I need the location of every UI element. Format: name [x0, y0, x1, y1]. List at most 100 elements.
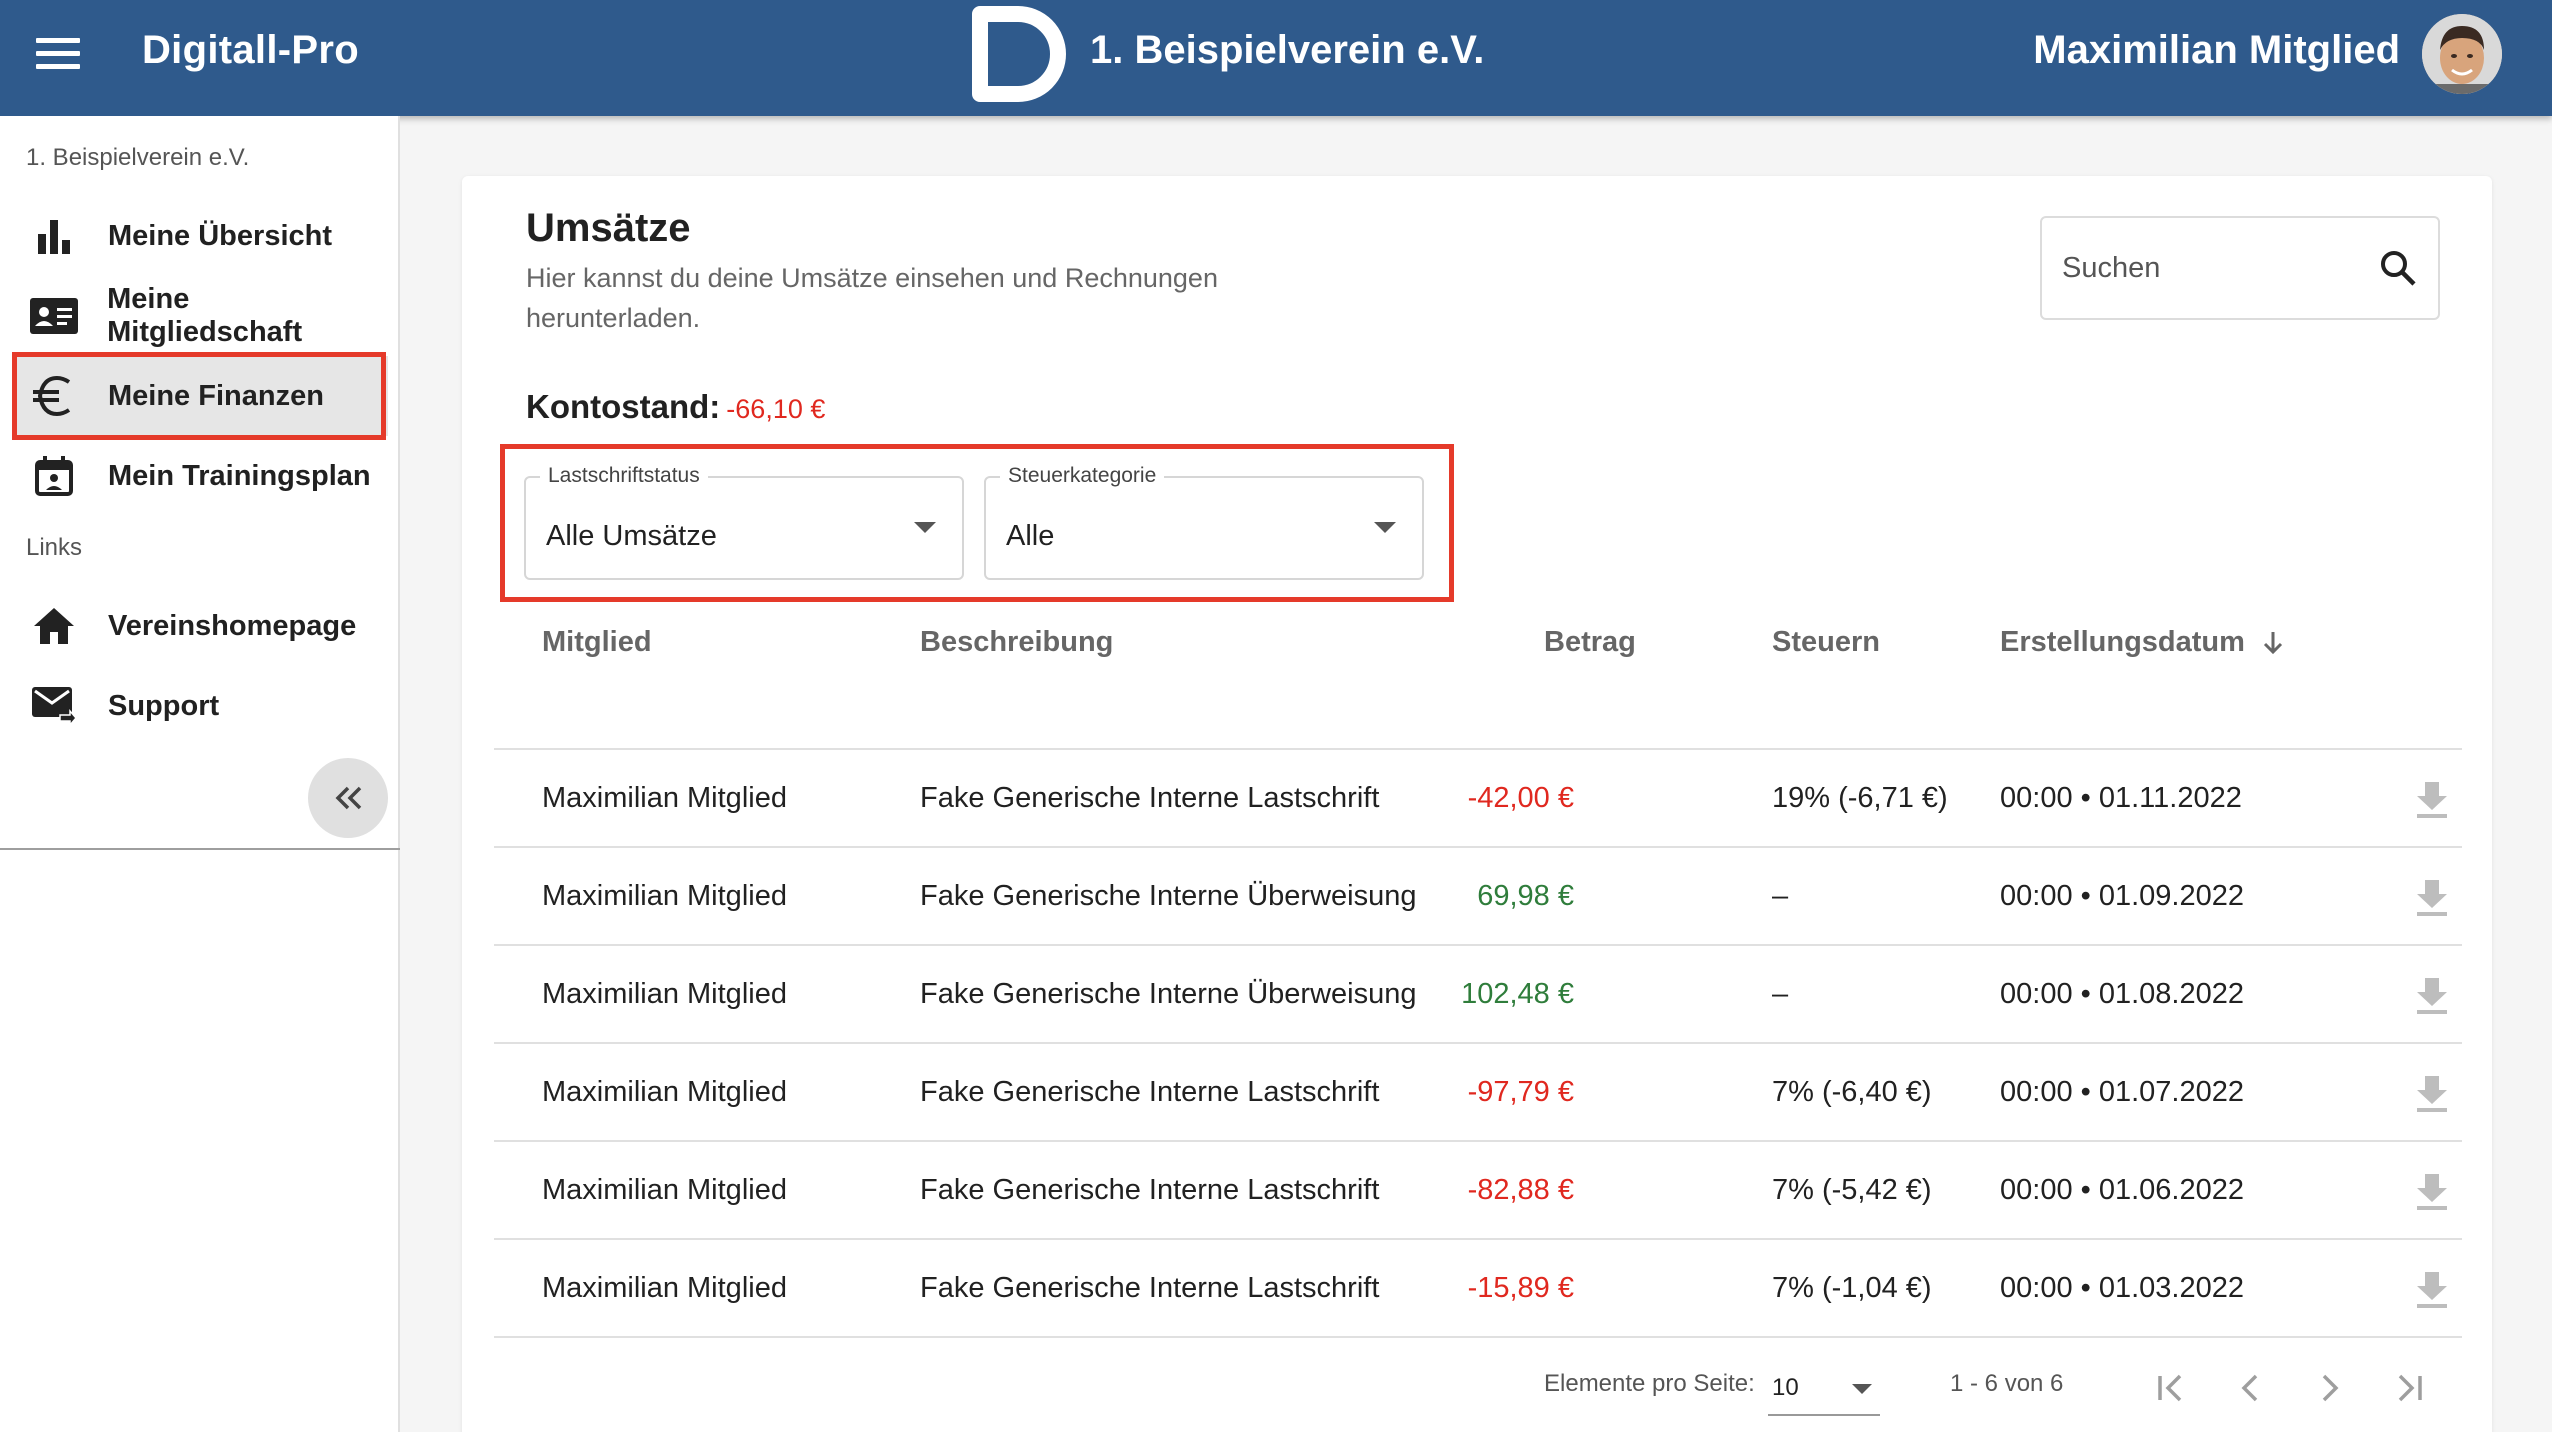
last-page-button[interactable]	[2382, 1360, 2438, 1416]
first-page-button[interactable]	[2142, 1360, 2198, 1416]
next-page-button[interactable]	[2302, 1360, 2358, 1416]
dropdown-arrow-icon	[1374, 522, 1396, 533]
cell-description: Fake Generische Interne Überweisung	[920, 978, 1417, 1010]
column-header-date-label: Erstellungsdatum	[2000, 626, 2245, 658]
first-page-icon	[2158, 1374, 2182, 1402]
search-field[interactable]	[2040, 216, 2440, 320]
org-title: 1. Beispielverein e.V.	[1090, 28, 1485, 72]
app-title[interactable]: Digitall-Pro	[142, 28, 359, 73]
cell-description: Fake Generische Interne Lastschrift	[920, 1174, 1380, 1206]
cell-taxes: 7% (-6,40 €)	[1772, 1076, 1932, 1108]
cell-amount: 102,48 €	[1461, 978, 1574, 1010]
cell-date: 00:00 • 01.09.2022	[2000, 880, 2244, 912]
cell-amount: -42,00 €	[1467, 782, 1574, 814]
last-page-icon	[2398, 1374, 2422, 1402]
sidebar-item-label: Mein Trainingsplan	[108, 459, 371, 492]
items-per-page-label: Elemente pro Seite:	[1544, 1370, 1755, 1397]
sidebar-item-support[interactable]: Support	[12, 666, 388, 746]
avatar[interactable]	[2422, 14, 2502, 94]
debit-status-select[interactable]: Lastschriftstatus Alle Umsätze	[524, 464, 964, 580]
column-header-description[interactable]: Beschreibung	[920, 626, 1113, 659]
table-row[interactable]: Maximilian Mitglied Fake Generische Inte…	[494, 946, 2462, 1044]
transactions-card: Umsätze Hier kannst du deine Umsätze ein…	[462, 176, 2492, 1432]
download-icon[interactable]	[2414, 780, 2450, 820]
column-header-member[interactable]: Mitglied	[542, 626, 652, 659]
sidebar-item-finances[interactable]: Meine Finanzen	[12, 356, 388, 436]
download-icon[interactable]	[2414, 1172, 2450, 1212]
dropdown-arrow-icon	[914, 522, 936, 533]
search-input[interactable]	[2062, 251, 2362, 285]
column-header-date[interactable]: Erstellungsdatum	[2000, 626, 2285, 659]
mail-forward-icon	[26, 684, 82, 728]
cell-taxes: –	[1772, 978, 1789, 1010]
download-icon[interactable]	[2414, 976, 2450, 1016]
table-row[interactable]: Maximilian Mitglied Fake Generische Inte…	[494, 750, 2462, 848]
sidebar-divider	[0, 848, 400, 850]
cell-date: 00:00 • 01.07.2022	[2000, 1076, 2244, 1108]
home-icon	[26, 604, 82, 648]
table-row[interactable]: Maximilian Mitglied Fake Generische Inte…	[494, 1142, 2462, 1240]
avatar-face-icon	[2422, 14, 2502, 94]
cell-description: Fake Generische Interne Lastschrift	[920, 1272, 1380, 1304]
items-per-page-select[interactable]: 10	[1768, 1374, 1880, 1416]
sidebar: 1. Beispielverein e.V. Meine Übersicht M…	[0, 116, 400, 1432]
chevron-left-icon	[2241, 1374, 2258, 1402]
cell-description: Fake Generische Interne Überweisung	[920, 880, 1417, 912]
sidebar-item-label: Meine Übersicht	[108, 219, 332, 252]
sidebar-links-label: Links	[26, 534, 83, 561]
debit-status-label: Lastschriftstatus	[540, 464, 708, 488]
sidebar-item-homepage[interactable]: Vereinshomepage	[12, 586, 388, 666]
table-row[interactable]: Maximilian Mitglied Fake Generische Inte…	[494, 1044, 2462, 1142]
cell-date: 00:00 • 01.03.2022	[2000, 1272, 2244, 1304]
cell-taxes: 7% (-1,04 €)	[1772, 1272, 1932, 1304]
calendar-person-icon	[26, 454, 82, 498]
sidebar-item-membership[interactable]: Meine Mitgliedschaft	[12, 276, 388, 356]
sidebar-link-label: Vereinshomepage	[108, 609, 357, 642]
previous-page-button[interactable]	[2222, 1360, 2278, 1416]
cell-date: 00:00 • 01.11.2022	[2000, 782, 2242, 814]
cell-date: 00:00 • 01.06.2022	[2000, 1174, 2244, 1206]
euro-icon	[26, 374, 82, 418]
cell-member: Maximilian Mitglied	[542, 1174, 787, 1206]
column-header-taxes[interactable]: Steuern	[1772, 626, 1880, 659]
collapse-sidebar-button[interactable]	[308, 758, 388, 838]
sidebar-item-training[interactable]: Mein Trainingsplan	[12, 436, 388, 516]
balance-label: Kontostand:	[526, 388, 721, 425]
tax-category-label: Steuerkategorie	[1000, 464, 1165, 488]
cell-member: Maximilian Mitglied	[542, 1076, 787, 1108]
cell-taxes: 19% (-6,71 €)	[1772, 782, 1948, 814]
search-icon[interactable]	[2378, 248, 2418, 288]
cell-date: 00:00 • 01.08.2022	[2000, 978, 2244, 1010]
double-chevron-left-icon	[335, 786, 362, 810]
balance-value: -66,10 €	[726, 394, 826, 424]
id-card-icon	[26, 294, 81, 338]
page-range-label: 1 - 6 von 6	[1950, 1370, 2064, 1397]
download-icon[interactable]	[2414, 878, 2450, 918]
page-subtitle: Hier kannst du deine Umsätze einsehen un…	[526, 263, 1218, 333]
column-header-amount[interactable]: Betrag	[1544, 626, 1636, 659]
debit-status-value: Alle Umsätze	[546, 520, 717, 552]
cell-member: Maximilian Mitglied	[542, 1272, 787, 1304]
download-icon[interactable]	[2414, 1270, 2450, 1310]
cell-amount: -82,88 €	[1467, 1174, 1574, 1206]
cell-description: Fake Generische Interne Lastschrift	[920, 1076, 1380, 1108]
bar-chart-icon	[26, 214, 82, 258]
club-logo-icon	[972, 6, 1066, 102]
sidebar-item-label: Meine Mitgliedschaft	[107, 283, 303, 348]
sidebar-item-overview[interactable]: Meine Übersicht	[12, 196, 388, 276]
sidebar-link-label: Support	[108, 689, 220, 722]
cell-description: Fake Generische Interne Lastschrift	[920, 782, 1380, 814]
cell-member: Maximilian Mitglied	[542, 880, 787, 912]
tax-category-select[interactable]: Steuerkategorie Alle	[984, 464, 1424, 580]
sort-descending-icon	[2263, 632, 2283, 655]
account-balance: Kontostand: -66,10 €	[526, 388, 825, 426]
page-title: Umsätze	[526, 206, 691, 250]
chevron-right-icon	[2322, 1374, 2339, 1402]
cell-taxes: –	[1772, 880, 1789, 912]
user-name[interactable]: Maximilian Mitglied	[2033, 28, 2400, 73]
menu-icon[interactable]	[36, 38, 80, 70]
table-row[interactable]: Maximilian Mitglied Fake Generische Inte…	[494, 1240, 2462, 1338]
table-row[interactable]: Maximilian Mitglied Fake Generische Inte…	[494, 848, 2462, 946]
cell-taxes: 7% (-5,42 €)	[1772, 1174, 1932, 1206]
download-icon[interactable]	[2414, 1074, 2450, 1114]
